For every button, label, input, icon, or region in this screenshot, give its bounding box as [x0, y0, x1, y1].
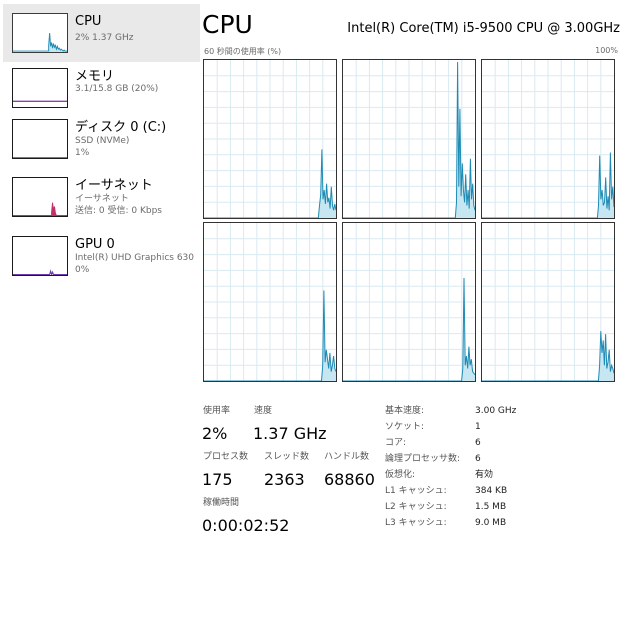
sidebar-item-cpu[interactable]: CPU 2% 1.37 GHz: [3, 4, 200, 62]
sidebar-item-title: イーサネット: [75, 178, 153, 193]
spec-key-sockets: ソケット:: [385, 422, 425, 432]
threads-label: スレッド数: [264, 452, 310, 462]
spec-value-sockets: 1: [475, 422, 481, 432]
utilization-label: 使用率: [203, 406, 231, 416]
graph-max-label: 100%: [595, 46, 618, 55]
handles-value: 68860: [324, 470, 375, 489]
resource-sidebar: CPU 2% 1.37 GHz メモリ 3.1/15.8 GB (20%) ディ…: [0, 0, 200, 640]
uptime-label: 稼働時間: [203, 498, 240, 508]
cpu-core-graph-1: [342, 59, 476, 219]
threads-value: 2363: [264, 470, 305, 489]
spec-value-logical-processors: 6: [475, 454, 481, 464]
sidebar-item-detail: イーサネット: [75, 194, 129, 204]
spec-value-l2-cache: 1.5 MB: [475, 502, 507, 512]
sidebar-item-detail: 3.1/15.8 GB (20%): [75, 84, 159, 94]
ethernet-mini-graph: [12, 177, 68, 217]
speed-value: 1.37 GHz: [253, 424, 327, 443]
sidebar-item-title: GPU 0: [75, 237, 115, 252]
cpu-core-graph-3: [203, 222, 337, 382]
sidebar-item-gpu[interactable]: GPU 0 Intel(R) UHD Graphics 630 0%: [3, 227, 200, 285]
page-title: CPU: [202, 10, 253, 39]
cpu-detail-panel: CPU Intel(R) Core(TM) i5-9500 CPU @ 3.00…: [200, 0, 640, 640]
sidebar-item-detail: 2% 1.37 GHz: [75, 33, 134, 43]
cpu-mini-graph: [12, 13, 68, 53]
processes-label: プロセス数: [203, 452, 249, 462]
sidebar-item-detail: SSD (NVMe): [75, 136, 130, 146]
uptime-value: 0:00:02:52: [202, 516, 290, 535]
handles-label: ハンドル数: [324, 452, 370, 462]
disk-mini-graph: [12, 119, 68, 159]
spec-value-l3-cache: 9.0 MB: [475, 518, 507, 528]
sidebar-item-title: CPU: [75, 14, 102, 29]
spec-key-l1-cache: L1 キャッシュ:: [385, 486, 447, 496]
spec-value-base-speed: 3.00 GHz: [475, 406, 517, 416]
processes-value: 175: [202, 470, 233, 489]
speed-label: 速度: [254, 406, 273, 416]
spec-key-cores: コア:: [385, 438, 407, 448]
spec-value-virtualization: 有効: [475, 470, 494, 480]
cpu-core-graph-2: [481, 59, 615, 219]
sidebar-item-memory[interactable]: メモリ 3.1/15.8 GB (20%): [3, 59, 200, 117]
sidebar-item-detail-2: 送信: 0 受信: 0 Kbps: [75, 206, 162, 216]
sidebar-item-title: ディスク 0 (C:): [75, 120, 167, 135]
spec-key-l2-cache: L2 キャッシュ:: [385, 502, 447, 512]
cpu-core-graph-5: [481, 222, 615, 382]
cpu-core-graph-4: [342, 222, 476, 382]
sidebar-item-detail: Intel(R) UHD Graphics 630: [75, 253, 194, 263]
utilization-value: 2%: [202, 424, 228, 443]
spec-value-cores: 6: [475, 438, 481, 448]
gpu-mini-graph: [12, 236, 68, 276]
sidebar-item-disk[interactable]: ディスク 0 (C:) SSD (NVMe) 1%: [3, 110, 200, 168]
sidebar-item-title: メモリ: [75, 69, 115, 84]
sidebar-item-detail-2: 0%: [75, 265, 90, 275]
sidebar-item-ethernet[interactable]: イーサネット イーサネット 送信: 0 受信: 0 Kbps: [3, 168, 200, 226]
spec-key-l3-cache: L3 キャッシュ:: [385, 518, 447, 528]
memory-mini-graph: [12, 68, 68, 108]
spec-value-l1-cache: 384 KB: [475, 486, 508, 496]
cpu-core-graph-0: [203, 59, 337, 219]
sidebar-item-detail-2: 1%: [75, 148, 90, 158]
spec-key-virtualization: 仮想化:: [385, 470, 416, 480]
logical-processor-graphs: [200, 56, 620, 382]
spec-key-base-speed: 基本速度:: [385, 406, 425, 416]
cpu-model-name: Intel(R) Core(TM) i5-9500 CPU @ 3.00GHz: [347, 21, 620, 36]
spec-key-logical-processors: 論理プロセッサ数:: [385, 454, 461, 464]
